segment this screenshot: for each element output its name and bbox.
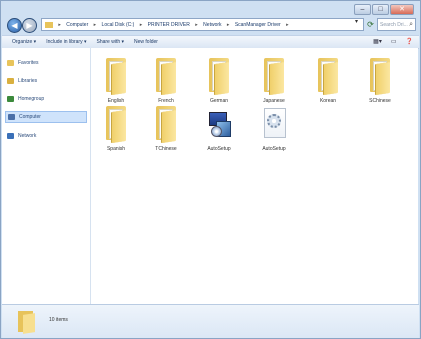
folder-icon (207, 58, 231, 95)
preview-pane-icon[interactable]: ▭ (391, 38, 397, 45)
search-input[interactable]: Search Dri... ⌕ (377, 18, 416, 31)
sidebar-item-label: Computer (19, 114, 41, 120)
file-item-korean[interactable]: Korean (303, 58, 353, 104)
share-with-button[interactable]: Share with ▾ (97, 39, 125, 45)
forward-button[interactable]: ▶ (22, 18, 37, 33)
toolbar-right: ▦▾ ▭ ❓ (373, 38, 413, 45)
file-label: Japanese (263, 98, 285, 104)
breadcrumb-scanmanager-driver[interactable]: ScanManager Driver (235, 22, 281, 28)
computer-icon (8, 113, 15, 120)
file-item-autosetup-exe[interactable]: AutoSetup (194, 106, 244, 152)
breadcrumb-computer[interactable]: Computer (66, 22, 88, 28)
breadcrumb-printer-driver[interactable]: PRINTER DRIVER (148, 22, 190, 28)
sidebar-item-libraries[interactable]: Libraries (7, 76, 37, 86)
organize-button[interactable]: Organize ▾ (12, 39, 36, 45)
library-icon (7, 77, 14, 84)
view-options-icon[interactable]: ▦▾ (373, 38, 382, 45)
file-label: French (158, 98, 174, 104)
file-label: AutoSetup (262, 146, 286, 152)
file-item-french[interactable]: French (141, 58, 191, 104)
network-icon (7, 132, 14, 139)
new-folder-button[interactable]: New folder (134, 39, 158, 45)
folder-icon (154, 58, 178, 95)
search-icon: ⌕ (409, 21, 413, 28)
refresh-icon[interactable]: ⟳ (365, 18, 376, 31)
folder-icon (316, 58, 340, 95)
folder-icon (368, 58, 392, 95)
chevron-right-icon: ▸ (93, 22, 97, 28)
setup-icon (207, 106, 231, 142)
chevron-right-icon: ▸ (226, 22, 230, 28)
search-placeholder: Search Dri... (380, 22, 408, 28)
settings-file-icon (262, 106, 286, 142)
file-item-german[interactable]: German (194, 58, 244, 104)
folder-icon (262, 58, 286, 95)
back-button[interactable]: ◀ (7, 18, 22, 33)
breadcrumb-network[interactable]: Network (203, 22, 221, 28)
folder-icon (104, 106, 128, 143)
sidebar-item-label: Favorites (18, 60, 39, 66)
maximize-button[interactable]: □ (372, 4, 389, 15)
navigation-pane: Favorites Libraries Homegroup Computer N… (2, 48, 91, 304)
sidebar-item-computer[interactable]: Computer (5, 111, 87, 123)
file-label: English (107, 98, 125, 104)
file-label: German (209, 98, 229, 104)
homegroup-icon (7, 95, 14, 102)
help-icon[interactable]: ❓ (406, 38, 413, 45)
file-item-english[interactable]: English (91, 58, 141, 104)
file-label: Korean (319, 98, 337, 104)
explorer-window: – □ ✕ ◀ ▶ ▸ Computer ▸ Local Disk (C:) ▸… (0, 0, 421, 339)
file-label: AutoSetup (207, 146, 231, 152)
include-in-library-button[interactable]: Include in library ▾ (46, 39, 86, 45)
sidebar-item-label: Homegroup (18, 96, 45, 102)
sidebar-item-label: Libraries (18, 78, 38, 84)
file-label: TChinese (155, 146, 177, 152)
minimize-button[interactable]: – (354, 4, 371, 15)
close-button[interactable]: ✕ (390, 4, 414, 15)
details-pane: 10 items (2, 304, 419, 338)
file-item-spanish[interactable]: Spanish (91, 106, 141, 152)
sidebar-item-network[interactable]: Network (7, 131, 36, 141)
folder-icon (18, 311, 36, 334)
sidebar-item-label: Network (18, 133, 37, 139)
file-label: SChinese (369, 98, 391, 104)
address-dropdown-icon[interactable]: ▾ (355, 18, 358, 25)
file-item-tchinese[interactable]: TChinese (141, 106, 191, 152)
sidebar-item-homegroup[interactable]: Homegroup (7, 94, 44, 104)
file-label: Spanish (106, 146, 126, 152)
file-item-schinese[interactable]: SChinese (355, 58, 405, 104)
folder-icon (45, 21, 53, 28)
item-count: 10 items (49, 317, 68, 323)
address-row: ◀ ▶ ▸ Computer ▸ Local Disk (C:) ▸ PRINT… (1, 15, 421, 35)
sidebar-item-favorites[interactable]: Favorites (7, 58, 39, 68)
window-caption-buttons: – □ ✕ (354, 4, 414, 15)
file-item-japanese[interactable]: Japanese (249, 58, 299, 104)
chevron-right-icon: ▸ (58, 22, 61, 28)
chevron-right-icon: ▸ (139, 22, 143, 28)
folder-icon (104, 58, 128, 95)
folder-icon (154, 106, 178, 143)
breadcrumb-local-disk[interactable]: Local Disk (C:) (102, 22, 135, 28)
file-list: English French German Japanese Korean SC… (91, 48, 418, 304)
chevron-right-icon: ▸ (286, 22, 289, 28)
star-icon (7, 59, 14, 66)
chevron-right-icon: ▸ (195, 22, 198, 28)
file-item-autosetup-ini[interactable]: AutoSetup (249, 106, 299, 152)
command-bar: Organize ▾ Include in library ▾ Share wi… (2, 35, 419, 49)
address-bar[interactable]: ▸ Computer ▸ Local Disk (C:) ▸ PRINTER D… (41, 18, 364, 31)
